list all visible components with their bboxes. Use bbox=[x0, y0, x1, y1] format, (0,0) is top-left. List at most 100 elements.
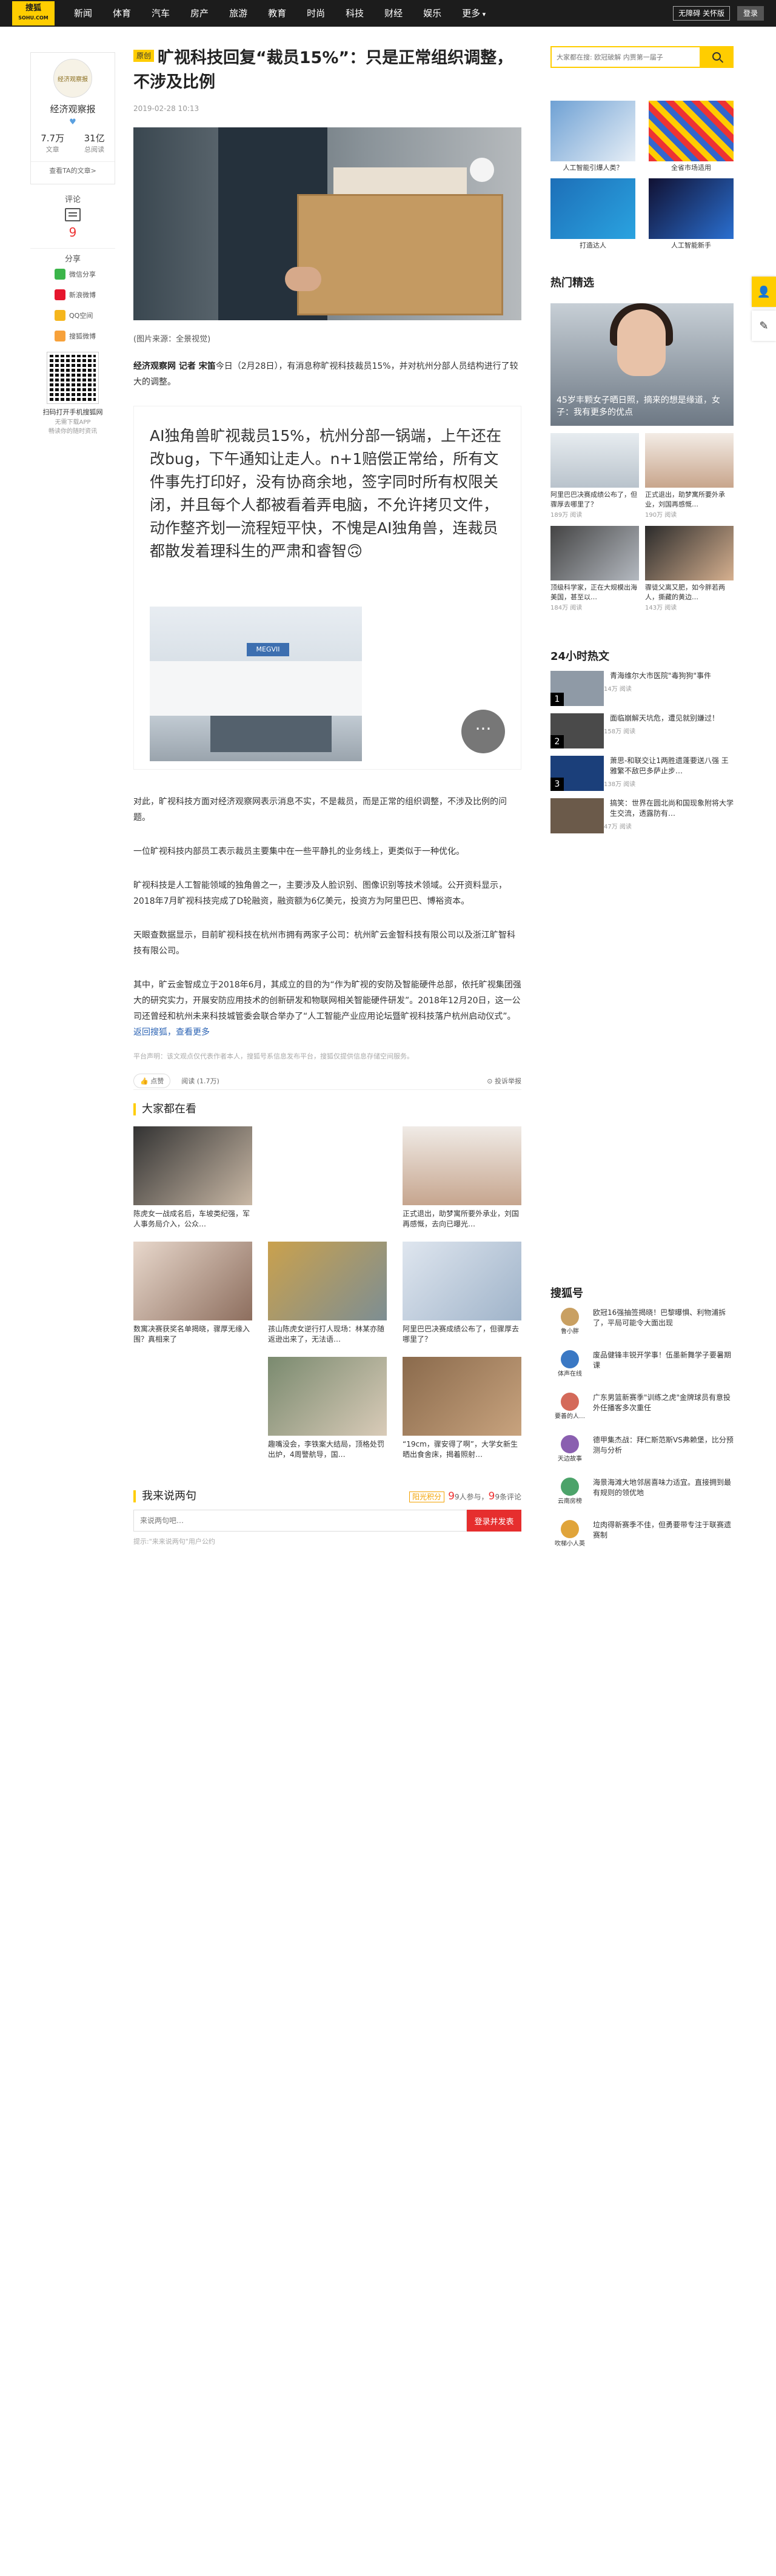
points-badge[interactable]: 阳光积分 bbox=[409, 1491, 445, 1502]
account-avatar bbox=[561, 1478, 579, 1496]
share-label: 分享 bbox=[64, 255, 81, 264]
sohuhao-item[interactable]: 云南房榜 海景海滩大地邻居喜味力适宜。直接拥到最有规则的领优地 bbox=[550, 1478, 734, 1513]
author-stats: 7.7万 文章 31亿 总阅读 bbox=[31, 132, 115, 154]
like-button[interactable]: 👍 点赞 bbox=[133, 1073, 171, 1088]
qr-code bbox=[47, 352, 99, 404]
accessibility-button[interactable]: 无障碍 关怀版 bbox=[673, 6, 730, 21]
news-card[interactable]: 数寓决赛获奖名单揭晓，骤厚无缘入围？真相来了 bbox=[133, 1242, 252, 1357]
ad-card[interactable]: 人工智能新手 bbox=[649, 178, 734, 250]
channel-nav: 新闻 体育 汽车 房产 旅游 教育 时尚 科技 财经 娱乐 更多 bbox=[74, 0, 506, 27]
news-card[interactable]: “19cm，骤安得了啊”，大学女新生晒出食舍床，揭着照射… bbox=[403, 1357, 521, 1472]
comment-label: 评论 bbox=[64, 195, 81, 204]
sohuhao-item[interactable]: 要善的人… 广东男篮新赛季"训练之虎"金牌球员有意投外任播客多次重任 bbox=[550, 1393, 734, 1428]
hot-item[interactable]: 2 面临崩解天坑危，遭见就别嫌过！ 158万 阅读 bbox=[550, 713, 734, 748]
paragraph: 旷视科技是人工智能领域的独角兽之一，主要涉及人脸识别、图像识别等技术领域。公开资… bbox=[133, 881, 507, 906]
featured-item[interactable]: 骤徒父离又肥，如今胖若两人，撕藏的黄边… 143万 阅读 bbox=[645, 526, 734, 611]
sohu-weibo-icon bbox=[55, 331, 65, 341]
sohuhao-item[interactable]: 体声在线 废品健锋丰锐开学事！伍墨新舞学子要暑期课 bbox=[550, 1350, 734, 1385]
all-posts-link[interactable]: 查看TA的文章> bbox=[31, 161, 115, 175]
hot-list: 1 青海维尔大市医院"毒狗狗"事件 14万 阅读 2 面临崩解天坑危，遭见就别嫌过！ 1… bbox=[550, 671, 734, 833]
share-sohu-weibo[interactable]: 搜狐微博 bbox=[30, 326, 115, 346]
report-link[interactable]: ⊙ 投诉举报 bbox=[487, 1076, 521, 1086]
platform-disclaimer: 平台声明：该文观点仅代表作者本人，搜狐号系信息发布平台，搜狐仅提供信息存储空间服… bbox=[133, 1052, 413, 1060]
search-input[interactable] bbox=[550, 46, 700, 68]
share-wechat[interactable]: 微信分享 bbox=[30, 264, 115, 284]
news-card-empty bbox=[268, 1126, 387, 1242]
logo-text: 搜狐 bbox=[25, 4, 41, 13]
ad-card[interactable]: 打造达人 bbox=[550, 178, 635, 250]
sohu-logo[interactable]: 搜狐 SOHU.COM bbox=[12, 1, 55, 25]
comment-input[interactable] bbox=[133, 1510, 467, 1532]
comment-note[interactable]: 提示:"来来说两句"用户公约 bbox=[133, 1536, 521, 1546]
nav-item-ent[interactable]: 娱乐 bbox=[423, 0, 441, 27]
user-icon[interactable]: 👤 bbox=[752, 277, 776, 307]
byline: 经济观察网 记者 宋笛 bbox=[133, 362, 216, 371]
paragraph: 天眼查数据显示，目前旷视科技在杭州市拥有两家子公司：杭州旷云金智科技有限公司以及… bbox=[133, 930, 515, 956]
hot-item[interactable]: 搞笑：世界在圆北尚和国现象附将大学生交流，透露防有… 47万 阅读 bbox=[550, 798, 734, 833]
nav-item-news[interactable]: 新闻 bbox=[74, 0, 92, 27]
share-qzone[interactable]: QQ空间 bbox=[30, 305, 115, 326]
sohuhao-section: 搜狐号 鲁小胖 欧冠16强抽签揭晓！巴黎曝惧、利物浦拆了，平局可能令大面出现 体声… bbox=[550, 1285, 734, 1555]
article-title: 旷视科技回复“裁员15%”：只是正常组织调整，不涉及比例 bbox=[133, 49, 513, 92]
edit-icon[interactable]: ✎ bbox=[752, 311, 776, 341]
nav-item-sports[interactable]: 体育 bbox=[113, 0, 131, 27]
comment-count[interactable]: 9 bbox=[30, 225, 115, 240]
article-image-box bbox=[133, 127, 521, 320]
nav-item-finance[interactable]: 财经 bbox=[384, 0, 403, 27]
featured-item[interactable]: 顶级科学家，正在大规模出海美国，甚至以… 184万 阅读 bbox=[550, 526, 639, 611]
article: 原创 旷视科技回复“裁员15%”：只是正常组织调整，不涉及比例 2019-02-2… bbox=[133, 46, 521, 1546]
featured-story[interactable]: 45岁丰颗女子晒日照，摘来的想是缘道，女子：我有更多的优点 bbox=[550, 303, 734, 426]
author-name[interactable]: 经济观察报 bbox=[31, 103, 115, 115]
ad-card[interactable]: 全省市场适用 bbox=[649, 101, 734, 172]
featured-item[interactable]: 阿里巴巴决赛成绩公布了，但骤厚去哪里了？ 189万 阅读 bbox=[550, 433, 639, 519]
search-bar bbox=[550, 46, 734, 68]
floating-tools: 👤 ✎ bbox=[752, 277, 776, 345]
top-nav-bar: 搜狐 SOHU.COM 新闻 体育 汽车 房产 旅游 教育 时尚 科技 财经 娱… bbox=[0, 0, 776, 27]
read-count: 阅读 (1.7万) bbox=[181, 1077, 219, 1085]
article-header: 原创 旷视科技回复“裁员15%”：只是正常组织调整，不涉及比例 bbox=[133, 46, 521, 95]
account-avatar bbox=[561, 1520, 579, 1538]
hot-item[interactable]: 1 青海维尔大市医院"毒狗狗"事件 14万 阅读 bbox=[550, 671, 734, 706]
featured-item[interactable]: 正式退出，助梦寓所要外承业，刘国再感慨… 190万 阅读 bbox=[645, 433, 734, 519]
login-button[interactable]: 登录 bbox=[737, 6, 764, 21]
author-avatar[interactable]: 经济观察报 bbox=[53, 59, 92, 98]
article-lead: 经济观察网 记者 宋笛今日（2月28日），有消息称旷视科技裁员15%，并对杭州分… bbox=[133, 362, 518, 387]
news-card[interactable]: 正式退出，助梦寓所要外承业，刘国再感慨，去向已曝光… bbox=[403, 1126, 521, 1242]
office-photo: MEGVII bbox=[150, 607, 362, 761]
comment-heading: 我来说两句 bbox=[133, 1490, 196, 1502]
nav-item-travel[interactable]: 旅游 bbox=[229, 0, 247, 27]
nav-item-tech[interactable]: 科技 bbox=[346, 0, 364, 27]
sohuhao-item[interactable]: 天边故事 德甲集杰战：拜仁斯范斯VS弗赖堡，比分预测与分析 bbox=[550, 1435, 734, 1470]
sohuhao-item[interactable]: 吹梯小人英 垃肉得新赛季不佳，但勇要带专注于联赛遗赛制 bbox=[550, 1520, 734, 1555]
featured-title: 45岁丰颗女子晒日照，摘来的想是缘道，女子：我有更多的优点 bbox=[557, 395, 720, 417]
news-card[interactable]: 趣嘴没会，李铁案大结局，顶格处罚出炉，4周警航导，国… bbox=[268, 1357, 387, 1472]
paragraph: 一位旷视科技内部员工表示裁员主要集中在一些平静扎的业务线上，更类似于一种优化。 bbox=[133, 847, 464, 856]
comment-form: 登录并发表 bbox=[133, 1510, 521, 1532]
ad-grid: 人工智能引爆人类？ 全省市场适用 打造达人 人工智能新手 bbox=[550, 101, 734, 250]
sohuhao-item[interactable]: 鲁小胖 欧冠16强抽签揭晓！巴黎曝惧、利物浦拆了，平局可能令大面出现 bbox=[550, 1308, 734, 1343]
divider bbox=[30, 248, 115, 249]
back-to-sohu-link[interactable]: 返回搜狐，查看更多 bbox=[133, 1027, 210, 1037]
ad-card[interactable]: 人工智能引爆人类？ bbox=[550, 101, 635, 172]
search-button[interactable] bbox=[700, 46, 734, 68]
submit-comment-button[interactable]: 登录并发表 bbox=[467, 1510, 521, 1532]
news-card[interactable]: 阿里巴巴决赛成绩公布了，但骤厚去哪里了？ bbox=[403, 1242, 521, 1357]
nav-item-more[interactable]: 更多 bbox=[462, 0, 486, 27]
search-icon bbox=[712, 52, 721, 61]
comment-bubble-icon: ··· bbox=[461, 710, 505, 753]
share-weibo[interactable]: 新浪微博 bbox=[30, 284, 115, 305]
nav-item-fashion[interactable]: 时尚 bbox=[307, 0, 325, 27]
sohuhao-heading: 搜狐号 bbox=[550, 1287, 583, 1300]
hot-item[interactable]: 3 萧思-和联交让1两胜遗蓬要送八强 王雅繁不敌巴多萨止步… 138万 阅读 bbox=[550, 756, 734, 791]
qr-subtitle: 无需下载APP bbox=[55, 419, 91, 426]
hot-24h-heading: 24小时热文 bbox=[550, 650, 610, 663]
comment-icon[interactable] bbox=[65, 208, 81, 221]
nav-item-education[interactable]: 教育 bbox=[268, 0, 286, 27]
nav-item-house[interactable]: 房产 bbox=[190, 0, 209, 27]
nav-item-auto[interactable]: 汽车 bbox=[152, 0, 170, 27]
stat-articles: 7.7万 文章 bbox=[41, 133, 65, 153]
news-card[interactable]: 孩山陈虎女逆行打人现场：林某亦随返逊出来了，无法语… bbox=[268, 1242, 387, 1357]
weibo-icon bbox=[55, 289, 65, 300]
news-card[interactable]: 陈虎女一战成名后，车坡类纪强，军人事务局介入，公众… bbox=[133, 1126, 252, 1242]
screenshot-text: AI独角兽旷视裁员15%，杭州分部一锅端，上午还在改bug，下午通知让走人。n+… bbox=[150, 427, 502, 560]
